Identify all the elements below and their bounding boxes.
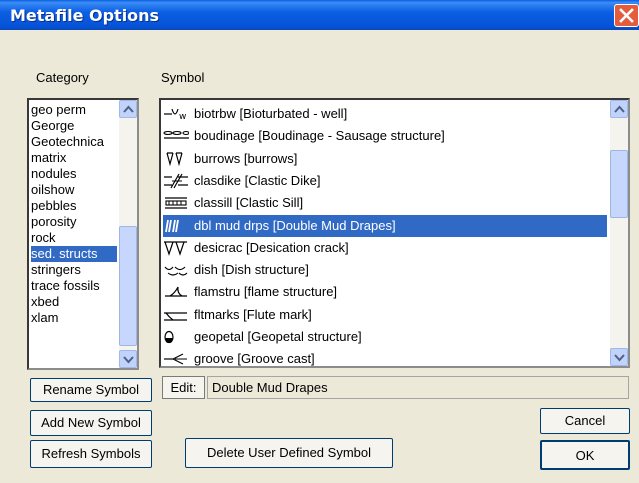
symbol-item-label: dish [Dish structure] — [194, 262, 309, 278]
symbol-item-label: groove [Groove cast] — [194, 351, 315, 367]
edit-label: Edit: — [162, 376, 205, 399]
symbol-item-label: desicrac [Desication crack] — [194, 239, 349, 255]
category-scrollbar[interactable] — [119, 100, 137, 368]
category-label: Category — [36, 70, 89, 85]
window-title: Metafile Options — [10, 6, 160, 25]
symbol-item[interactable]: fltmarks [Flute mark] — [163, 304, 607, 326]
symbol-scrollbar[interactable] — [610, 100, 628, 366]
symbol-item[interactable]: dbl mud drps [Double Mud Drapes] — [163, 214, 607, 237]
add-new-symbol-button[interactable]: Add New Symbol — [30, 410, 152, 436]
category-item[interactable]: stringers — [31, 262, 117, 278]
desiccation-crack-icon — [164, 241, 187, 256]
symbol-item-label: flamstru [flame structure] — [194, 284, 338, 300]
close-icon — [619, 8, 634, 23]
symbol-item[interactable]: w biotrbw [Bioturbated - well] — [163, 103, 607, 125]
clastic-dike-icon — [164, 173, 188, 189]
category-scroll-down-button[interactable] — [119, 350, 137, 368]
category-item[interactable]: trace fossils — [31, 278, 117, 294]
category-item[interactable]: matrix — [31, 150, 117, 166]
symbol-item-label: fltmarks [Flute mark] — [194, 306, 312, 322]
flute-mark-icon — [164, 312, 187, 321]
chevron-up-icon — [123, 105, 134, 113]
category-list[interactable]: geo perm George Geotechnica matrix nodules oi… — [27, 98, 139, 370]
category-item[interactable]: geo perm — [31, 102, 117, 118]
symbol-item[interactable]: burrows [burrows] — [163, 148, 607, 170]
category-item[interactable]: pebbles — [31, 198, 117, 214]
symbol-item[interactable]: boudinage [Boudinage - Sausage structure… — [163, 125, 607, 147]
category-item[interactable]: xbed — [31, 294, 117, 310]
symbol-scroll-up-button[interactable] — [610, 100, 628, 118]
category-item[interactable]: rock — [31, 230, 117, 246]
dish-structure-icon — [164, 266, 188, 276]
svg-text:w: w — [179, 112, 186, 122]
symbol-item[interactable]: flamstru [flame structure] — [163, 281, 607, 303]
category-scroll-up-button[interactable] — [119, 100, 137, 118]
boudinage-icon — [163, 131, 189, 139]
bioturbation-icon: w — [164, 108, 186, 122]
symbol-list[interactable]: w biotrbw [Bioturbated - well] boudinage [… — [159, 98, 630, 368]
symbol-item[interactable]: geopetal [Geopetal structure] — [163, 326, 607, 348]
symbol-item-label: boudinage [Boudinage - Sausage structure… — [194, 128, 445, 144]
category-item[interactable]: Geotechnica — [31, 134, 117, 150]
refresh-symbols-button[interactable]: Refresh Symbols — [30, 440, 152, 468]
chevron-down-icon — [123, 356, 134, 364]
symbol-item-label: classill [Clastic Sill] — [194, 195, 304, 211]
category-scroll-thumb[interactable] — [119, 226, 137, 346]
symbol-scroll-down-button[interactable] — [610, 348, 628, 366]
double-mud-drapes-icon — [165, 219, 179, 232]
delete-user-defined-symbol-button[interactable]: Delete User Defined Symbol — [185, 438, 393, 468]
category-item[interactable]: oilshow — [31, 182, 117, 198]
symbol-scroll-thumb[interactable] — [610, 150, 628, 218]
geopetal-icon — [164, 330, 174, 344]
flame-structure-icon — [165, 287, 187, 297]
close-button[interactable] — [614, 4, 639, 27]
burrows-icon — [166, 151, 183, 166]
symbol-item[interactable]: classill [Clastic Sill] — [163, 192, 607, 214]
metafile-options-dialog: Metafile Options Category Symbol geo per… — [0, 0, 639, 483]
ok-button[interactable]: OK — [540, 440, 630, 470]
symbol-label: Symbol — [161, 70, 205, 85]
symbol-item-label: geopetal [Geopetal structure] — [194, 329, 362, 344]
rename-symbol-button[interactable]: Rename Symbol — [30, 378, 152, 402]
symbol-item-label: burrows [burrows] — [194, 150, 298, 166]
symbol-item-label: clasdike [Clastic Dike] — [194, 172, 321, 188]
category-item[interactable]: nodules — [31, 166, 117, 182]
cancel-button[interactable]: Cancel — [540, 408, 630, 434]
edit-field[interactable]: Double Mud Drapes — [207, 376, 629, 399]
category-item[interactable]: xlam — [31, 310, 117, 326]
category-item[interactable]: George — [31, 118, 117, 134]
clastic-sill-icon — [165, 197, 187, 209]
groove-cast-icon — [164, 353, 187, 365]
symbol-item-label: biotrbw [Bioturbated - well] — [194, 106, 348, 121]
symbol-item[interactable]: dish [Dish structure] — [163, 259, 607, 281]
category-item[interactable]: sed. structs — [31, 246, 117, 262]
chevron-down-icon — [614, 354, 625, 362]
title-bar[interactable]: Metafile Options — [0, 0, 639, 30]
symbol-item[interactable]: desicrac [Desication crack] — [163, 237, 607, 259]
symbol-item[interactable]: groove [Groove cast] — [163, 348, 607, 367]
category-item[interactable]: porosity — [31, 214, 117, 230]
chevron-up-icon — [614, 105, 625, 113]
symbol-item-label: dbl mud drps [Double Mud Drapes] — [194, 217, 396, 233]
symbol-item[interactable]: clasdike [Clastic Dike] — [163, 170, 607, 192]
